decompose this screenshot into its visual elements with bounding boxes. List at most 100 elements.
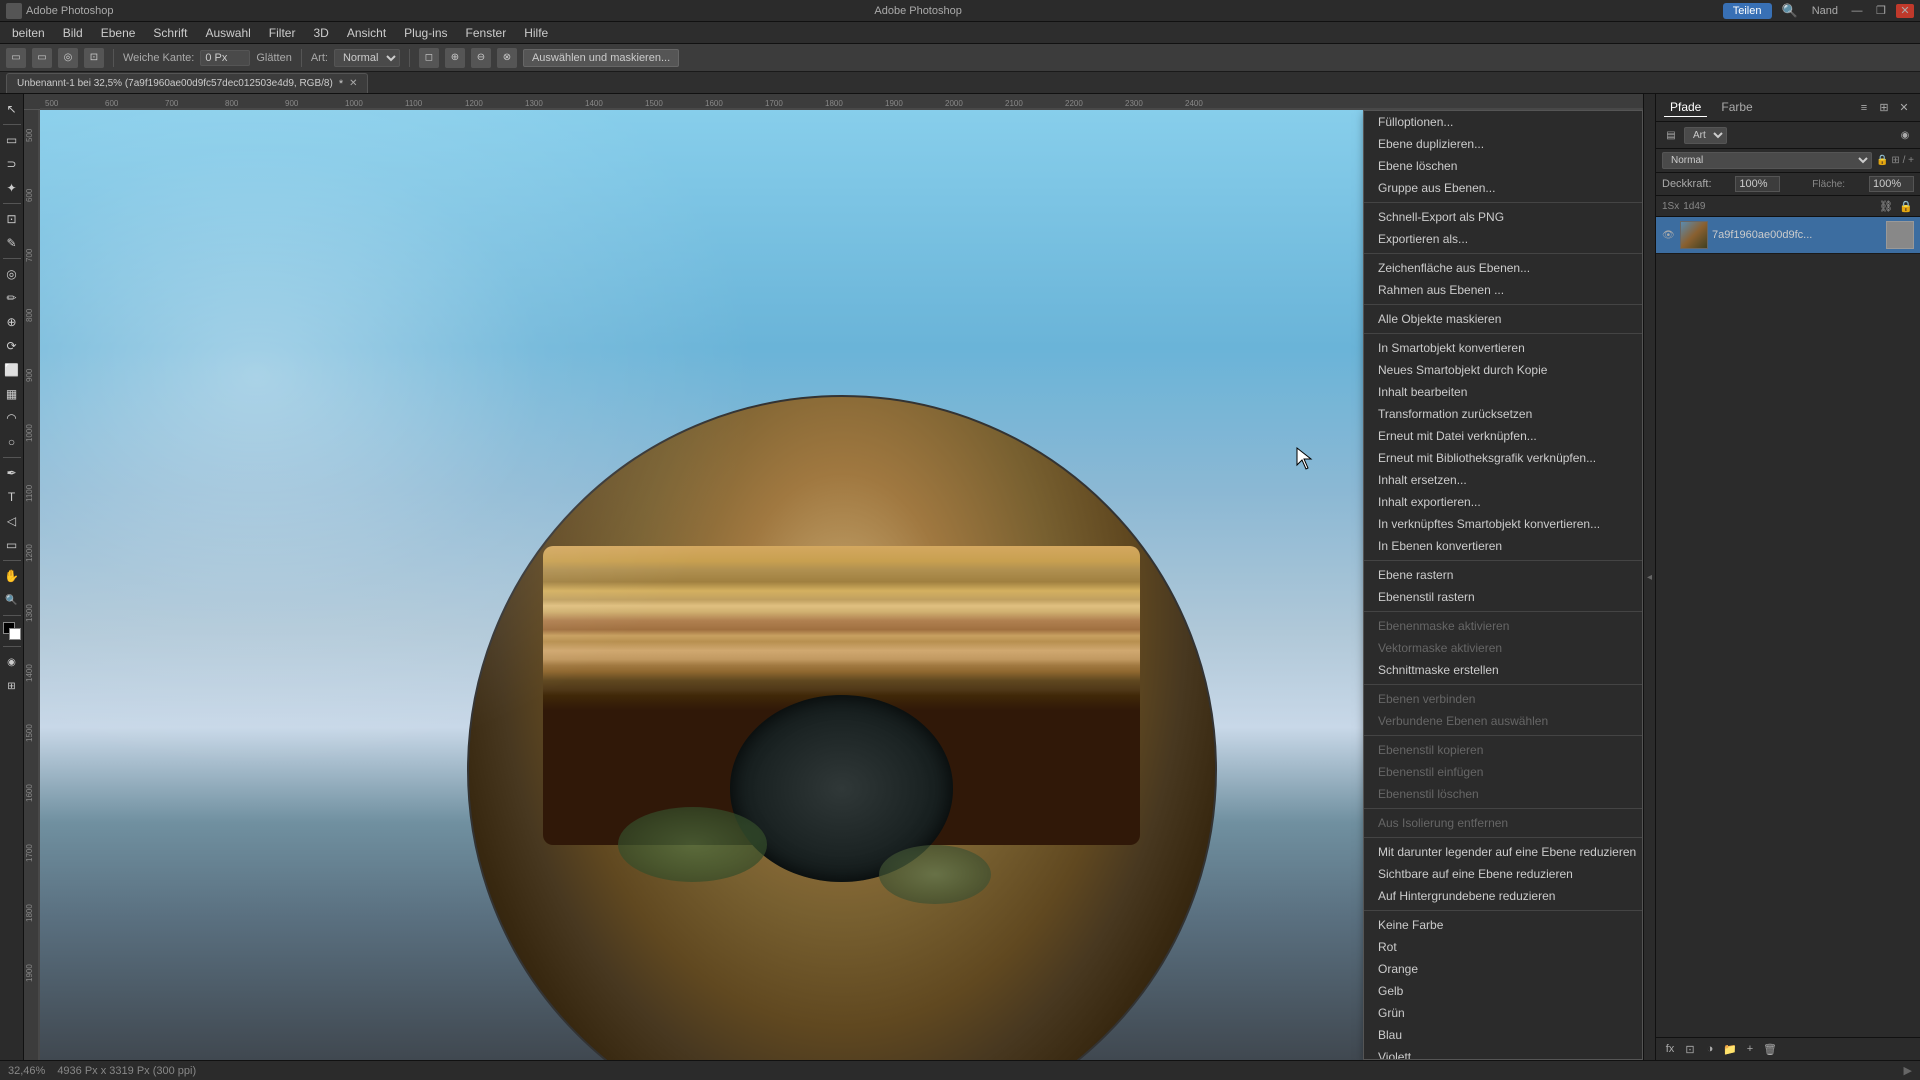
collapse-handle[interactable]: ◂ [1643,94,1655,1060]
document-tab[interactable]: Unbenannt-1 bei 32,5% (7a9f1960ae00d9fc5… [6,73,368,93]
ctx-item-auf-hintergrundebene[interactable]: Auf Hintergrundebene reduzieren [1364,885,1642,907]
type-tool[interactable]: T [1,486,23,508]
opt-icon-d[interactable]: ⊗ [497,48,517,68]
ctx-item-inhalt-bearbeiten[interactable]: Inhalt bearbeiten [1364,381,1642,403]
ctx-item-fulloptionen[interactable]: Fülloptionen... [1364,111,1642,133]
crop-tool[interactable]: ⊡ [1,208,23,230]
menu-beiten[interactable]: beiten [4,24,53,42]
quick-mask-tool[interactable]: ◉ [1,651,23,673]
ctx-item-transformation-zuruecksetzen[interactable]: Transformation zurücksetzen [1364,403,1642,425]
history-brush-tool[interactable]: ⟳ [1,335,23,357]
foreground-color[interactable] [1,620,23,642]
menu-filter[interactable]: Filter [261,24,304,42]
ctx-item-mit-darunter-liegender[interactable]: Mit darunter legender auf eine Ebene red… [1364,841,1642,863]
tab-close-button[interactable]: ✕ [349,78,357,89]
opacity-input[interactable] [1735,176,1780,192]
new-group-button[interactable]: 📁 [1722,1041,1738,1057]
ctx-item-gruppe-aus-ebenen[interactable]: Gruppe aus Ebenen... [1364,177,1642,199]
menu-schrift[interactable]: Schrift [145,24,195,42]
restore-button[interactable]: ❐ [1872,4,1890,18]
ctx-item-ebene-rastern[interactable]: Ebene rastern [1364,564,1642,586]
search-icon[interactable]: 🔍 [1778,3,1802,19]
blend-mode-select[interactable]: Normal [1662,152,1872,169]
adjustment-layer-button[interactable]: ◑ [1702,1041,1718,1057]
move-tool[interactable]: ↖ [1,98,23,120]
share-button[interactable]: Teilen [1723,3,1772,19]
magic-wand-tool[interactable]: ✦ [1,177,23,199]
menu-hilfe[interactable]: Hilfe [516,24,556,42]
layer-eye-icon-0[interactable]: 👁 [1662,230,1676,241]
panel-close-icon[interactable]: ✕ [1896,100,1912,116]
eyedropper-tool[interactable]: ✎ [1,232,23,254]
ctx-item-in-verknuepftes-smartobjekt[interactable]: In verknüpftes Smartobjekt konvertieren.… [1364,513,1642,535]
ctx-item-inhalt-ersetzen[interactable]: Inhalt ersetzen... [1364,469,1642,491]
clone-tool[interactable]: ⊕ [1,311,23,333]
menu-ansicht[interactable]: Ansicht [339,24,394,42]
filter-kind-icon[interactable]: ▤ [1662,126,1680,144]
ctx-item-gelb[interactable]: Gelb [1364,980,1642,1002]
path-select-tool[interactable]: ◁ [1,510,23,532]
panel-tab-farbe[interactable]: Farbe [1715,98,1758,117]
menu-3d[interactable]: 3D [305,24,336,42]
menu-fenster[interactable]: Fenster [458,24,515,42]
ctx-item-in-smartobjekt-konvertieren[interactable]: In Smartobjekt konvertieren [1364,337,1642,359]
layer-filter-select[interactable]: Art [1684,127,1727,144]
ctx-item-keine-farbe[interactable]: Keine Farbe [1364,914,1642,936]
ctx-item-violett[interactable]: Violett [1364,1046,1642,1060]
lasso-tool[interactable]: ⊃ [1,153,23,175]
delete-layer-button[interactable]: 🗑 [1762,1041,1778,1057]
ctx-item-schnittmaske-erstellen[interactable]: Schnittmaske erstellen [1364,659,1642,681]
pen-tool[interactable]: ✒ [1,462,23,484]
ctx-item-in-ebenen-konvertieren[interactable]: In Ebenen konvertieren [1364,535,1642,557]
dodge-tool[interactable]: ○ [1,431,23,453]
layer-item-0[interactable]: 👁 7a9f1960ae00d9fc... [1656,217,1920,254]
ctx-item-orange[interactable]: Orange [1364,958,1642,980]
close-button[interactable]: ✕ [1896,4,1914,18]
ctx-item-rot[interactable]: Rot [1364,936,1642,958]
ctx-item-ebenensstil-rastern[interactable]: Ebenenstil rastern [1364,586,1642,608]
rectangular-select-tool[interactable]: ▭ [1,129,23,151]
add-mask-button[interactable]: ⊡ [1682,1041,1698,1057]
art-select[interactable]: Normal [334,49,400,67]
screen-mode-tool[interactable]: ⊞ [1,675,23,697]
ctx-item-gruen[interactable]: Grün [1364,1002,1642,1024]
opt-icon-b[interactable]: ⊕ [445,48,465,68]
menu-bild[interactable]: Bild [55,24,91,42]
layer-fx-button[interactable]: fx [1662,1041,1678,1057]
panel-link-icon[interactable]: ⛓ [1878,198,1894,214]
flache-input[interactable] [1869,176,1914,192]
shape-tool[interactable]: ▭ [1,534,23,556]
ctx-item-alle-objekte-maskieren[interactable]: Alle Objekte maskieren [1364,308,1642,330]
ctx-item-exportieren-als[interactable]: Exportieren als... [1364,228,1642,250]
menu-ebene[interactable]: Ebene [93,24,144,42]
minimize-button[interactable]: — [1848,4,1866,18]
opt-icon-c[interactable]: ⊖ [471,48,491,68]
ctx-item-ebene-loeschen[interactable]: Ebene löschen [1364,155,1642,177]
spot-healing-tool[interactable]: ◎ [1,263,23,285]
ctx-item-erneut-bibliotheksgrafik-verknuepfen[interactable]: Erneut mit Bibliotheksgrafik verknüpfen.… [1364,447,1642,469]
panel-menu-icon[interactable]: ≡ [1856,100,1872,116]
blur-tool[interactable]: ◠ [1,407,23,429]
ctx-item-blau[interactable]: Blau [1364,1024,1642,1046]
menu-plugins[interactable]: Plug-ins [396,24,455,42]
ctx-item-neues-smartobjekt-kopie[interactable]: Neues Smartobjekt durch Kopie [1364,359,1642,381]
zoom-tool[interactable]: 🔍 [1,589,23,611]
ctx-item-inhalt-exportieren[interactable]: Inhalt exportieren... [1364,491,1642,513]
auswaehlen-maskieren-button[interactable]: Auswählen und maskieren... [523,49,679,67]
ctx-item-erneut-datei-verknuepfen[interactable]: Erneut mit Datei verknüpfen... [1364,425,1642,447]
panel-lock-icon[interactable]: 🔒 [1898,198,1914,214]
layer-toggle-icon[interactable]: ◉ [1896,126,1914,144]
panel-tab-pfade[interactable]: Pfade [1664,98,1707,117]
ctx-item-sichtbare-auf-eine-ebene[interactable]: Sichtbare auf eine Ebene reduzieren [1364,863,1642,885]
opt-icon-a[interactable]: ◻ [419,48,439,68]
ctx-item-schnell-export-png[interactable]: Schnell-Export als PNG [1364,206,1642,228]
menu-auswahl[interactable]: Auswahl [197,24,258,42]
weiche-kante-input[interactable] [200,50,250,66]
new-layer-button[interactable]: + [1742,1041,1758,1057]
ctx-item-ebene-duplizieren[interactable]: Ebene duplizieren... [1364,133,1642,155]
ctx-item-zeichenflaeche-aus-ebenen[interactable]: Zeichenfläche aus Ebenen... [1364,257,1642,279]
panel-arrange-icon[interactable]: ⊞ [1876,100,1892,116]
gradient-tool[interactable]: ▦ [1,383,23,405]
brush-tool[interactable]: ✏ [1,287,23,309]
ctx-item-rahmen-aus-ebenen[interactable]: Rahmen aus Ebenen ... [1364,279,1642,301]
